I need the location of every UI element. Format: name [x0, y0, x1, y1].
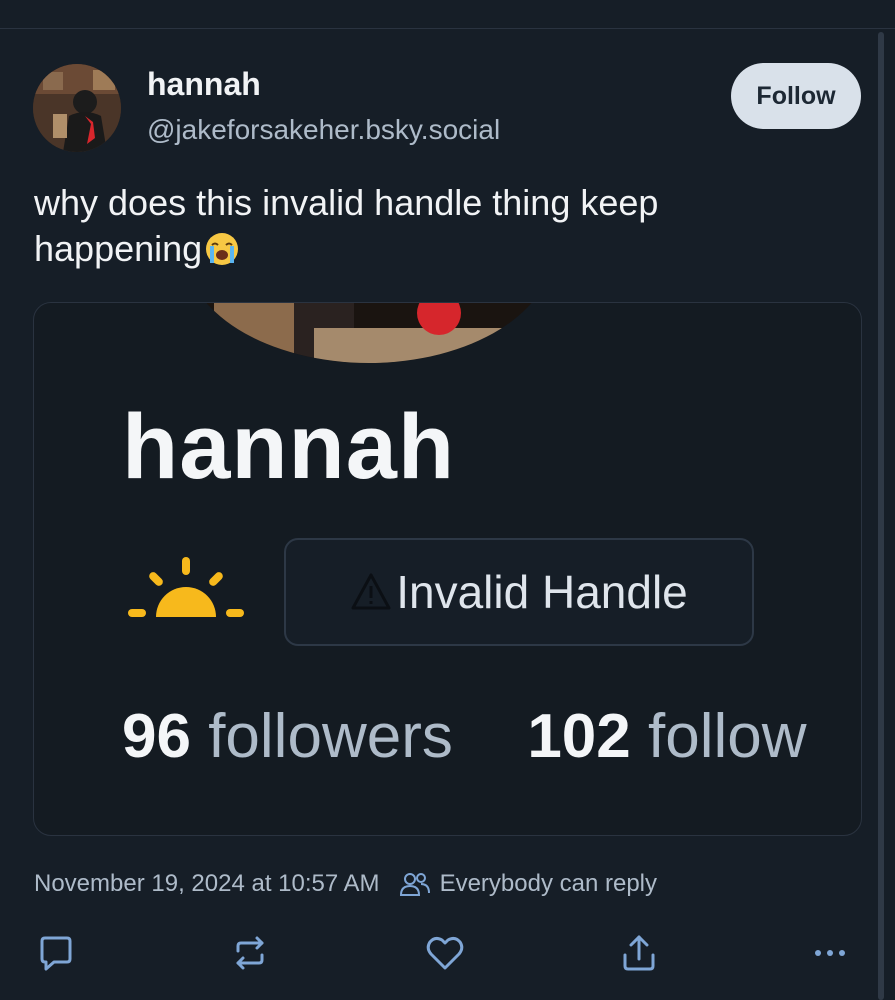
- post-body: why does this invalid handle thing keep …: [34, 182, 659, 269]
- embedded-avatar: [184, 303, 554, 363]
- embedded-stats: 96 followers 102 follow: [122, 701, 807, 772]
- reply-button[interactable]: [33, 930, 79, 976]
- like-icon: [426, 936, 464, 970]
- like-button[interactable]: [422, 930, 468, 976]
- embedded-image[interactable]: hannah Invalid Handle 96 followers 102 f…: [33, 302, 862, 836]
- sun-icon: [128, 557, 244, 626]
- reply-icon: [40, 936, 72, 971]
- follow-button[interactable]: Follow: [731, 63, 861, 129]
- post-timestamp: November 19, 2024 at 10:57 AM: [34, 870, 380, 897]
- repost-button[interactable]: [227, 930, 273, 976]
- share-button[interactable]: [616, 930, 662, 976]
- top-divider: [0, 28, 895, 29]
- people-icon: [399, 873, 430, 896]
- loudly-crying-face-icon: [204, 231, 240, 267]
- following-count: 102: [527, 702, 631, 771]
- more-options-button[interactable]: [807, 930, 853, 976]
- author-avatar[interactable]: [33, 64, 121, 152]
- post-meta: November 19, 2024 at 10:57 AM Everybody …: [34, 870, 657, 898]
- embedded-profile-name: hannah: [122, 396, 456, 498]
- reply-setting-text: Everybody can reply: [439, 870, 658, 897]
- invalid-handle-badge: Invalid Handle: [284, 538, 754, 646]
- share-icon: [623, 935, 655, 971]
- post-text: why does this invalid handle thing keep …: [34, 180, 834, 272]
- followers-label: followers: [208, 702, 453, 771]
- action-bar: [0, 930, 895, 980]
- more-icon: [815, 950, 845, 956]
- warning-icon: [351, 573, 391, 610]
- followers-count: 96: [122, 702, 191, 771]
- following-label: follow: [648, 702, 807, 771]
- reply-setting[interactable]: Everybody can reply: [399, 870, 658, 898]
- repost-icon: [236, 936, 264, 970]
- author-display-name[interactable]: hannah: [147, 66, 261, 103]
- invalid-handle-text: Invalid Handle: [396, 566, 688, 618]
- author-handle[interactable]: @jakeforsakeher.bsky.social: [147, 114, 500, 146]
- scrollbar[interactable]: [878, 32, 884, 1000]
